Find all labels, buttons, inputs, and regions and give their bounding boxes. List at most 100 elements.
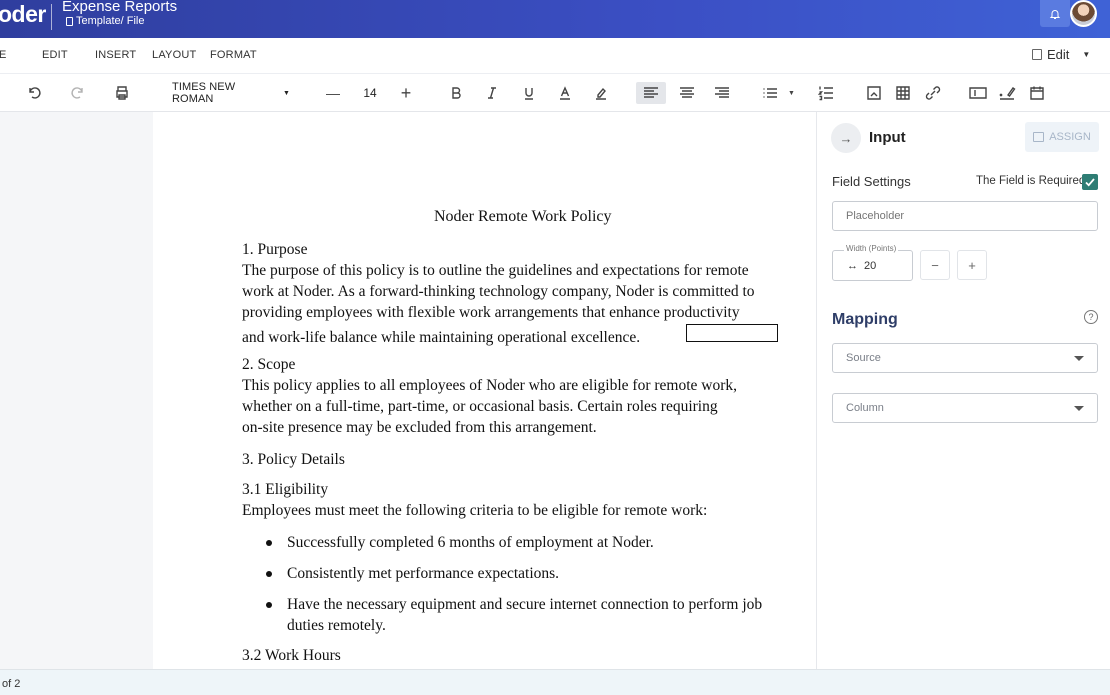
redo-button[interactable] (68, 82, 88, 104)
bullet-item: Have the necessary equipment and secure … (287, 596, 763, 613)
width-input[interactable]: Width (Points) ↔ 20 (832, 244, 913, 281)
check-icon (1085, 178, 1095, 187)
input-field-placeholder[interactable] (686, 324, 778, 342)
assign-label: ASSIGN (1049, 131, 1091, 143)
menu-file[interactable]: E (0, 49, 7, 61)
print-button[interactable] (112, 82, 132, 104)
redo-icon (71, 87, 83, 99)
font-family-value: TIMES NEW ROMAN (172, 81, 236, 105)
insert-input-field-button[interactable] (968, 82, 988, 104)
document-canvas[interactable]: Noder Remote Work Policy 1. Purpose The … (0, 112, 816, 669)
arrow-right-icon: → (839, 130, 853, 146)
numbered-list-button[interactable] (816, 82, 836, 104)
bullet-item-continuation: duties remotely. (287, 617, 386, 634)
highlight-button[interactable] (591, 82, 611, 104)
menu-format[interactable]: FORMAT (210, 49, 257, 61)
width-value: 20 (864, 260, 877, 272)
highlight-icon (596, 87, 606, 100)
paragraph-line: whether on a full-time, part-time, or oc… (242, 398, 718, 415)
align-center-button[interactable] (677, 82, 697, 104)
bullet-list-icon (763, 88, 777, 98)
bullet-dot (266, 571, 272, 577)
field-settings-label: Field Settings (832, 174, 911, 189)
resize-horizontal-icon: ↔ (847, 260, 858, 272)
menu-bar: E EDIT INSERT LAYOUT FORMAT Edit ▼ (0, 38, 1110, 74)
bold-button[interactable] (446, 82, 466, 104)
breadcrumb[interactable]: Template/ File (66, 15, 144, 27)
paragraph-line: This policy applies to all employees of … (242, 377, 737, 394)
panel-back-button[interactable]: → (831, 123, 861, 153)
align-left-icon (644, 87, 658, 98)
insert-link-button[interactable] (923, 82, 943, 104)
formatting-toolbar: TIMES NEW ROMAN ▼ — 14 + ▼ (0, 74, 1110, 112)
field-properties-panel: → Input ASSIGN Field Settings The Field … (816, 112, 1110, 669)
edit-mode-dropdown[interactable]: Edit ▼ (1032, 47, 1090, 62)
insert-signature-button[interactable] (997, 82, 1017, 104)
status-bar: of 2 (0, 669, 1110, 695)
notifications-button[interactable] (1040, 0, 1070, 27)
column-select[interactable]: Column (832, 393, 1098, 423)
image-icon (867, 86, 881, 100)
font-family-select[interactable]: TIMES NEW ROMAN ▼ (172, 81, 290, 105)
mapping-title: Mapping (832, 311, 898, 328)
input-field-icon (969, 87, 987, 99)
undo-button[interactable] (24, 82, 44, 104)
app-header: oder Expense Reports Template/ File (0, 0, 1110, 38)
bullet-dot (266, 540, 272, 546)
help-icon[interactable]: ? (1084, 310, 1098, 324)
width-increase-button[interactable]: + (957, 250, 987, 280)
paragraph-line: Employees must meet the following criter… (242, 502, 708, 519)
edit-mode-label: Edit (1047, 47, 1070, 62)
header-divider (51, 4, 52, 30)
width-value-group: ↔ 20 (847, 260, 876, 272)
decrease-font-button[interactable]: — (323, 82, 343, 104)
menu-layout[interactable]: LAYOUT (152, 49, 196, 61)
font-color-button[interactable] (555, 82, 575, 104)
insert-table-button[interactable] (893, 82, 913, 104)
user-avatar[interactable] (1070, 0, 1097, 27)
bullet-dot (266, 602, 272, 608)
paragraph-line: providing employees with flexible work a… (242, 304, 740, 321)
increase-font-button[interactable]: + (396, 82, 416, 104)
section-heading: 2. Scope (242, 356, 296, 373)
font-size-input[interactable]: 14 (359, 82, 381, 104)
column-select-value: Column (846, 402, 884, 414)
undo-icon (29, 87, 41, 99)
paragraph-line: work at Noder. As a forward-thinking tec… (242, 283, 755, 300)
panel-title: Input (869, 129, 906, 146)
bullet-item: Successfully completed 6 months of emplo… (287, 534, 654, 551)
align-right-icon (715, 87, 729, 98)
date-icon (1030, 86, 1044, 100)
placeholder-input[interactable] (832, 201, 1098, 231)
numbered-list-icon (818, 86, 833, 101)
bullet-item: Consistently met performance expectation… (287, 565, 560, 582)
italic-button[interactable] (482, 82, 502, 104)
source-select-value: Source (846, 352, 881, 364)
insert-image-button[interactable] (864, 82, 884, 104)
document-heading: Noder Remote Work Policy (434, 208, 612, 225)
width-decrease-button[interactable]: − (920, 250, 950, 280)
paragraph-line: on-site presence may be excluded from th… (242, 419, 597, 436)
app-logo[interactable]: oder (0, 1, 46, 28)
subsection-heading: 3.2 Work Hours (242, 647, 341, 664)
bold-icon (452, 87, 461, 99)
edit-mode-icon (1032, 49, 1042, 60)
insert-date-button[interactable] (1027, 82, 1047, 104)
assign-button[interactable]: ASSIGN (1025, 122, 1099, 152)
required-checkbox[interactable] (1082, 174, 1098, 190)
underline-button[interactable] (519, 82, 539, 104)
menu-insert[interactable]: INSERT (95, 49, 136, 61)
chevron-down-icon (1074, 405, 1084, 411)
required-label: The Field is Required (976, 175, 1086, 187)
menu-edit[interactable]: EDIT (42, 49, 68, 61)
align-right-button[interactable] (712, 82, 732, 104)
source-select[interactable]: Source (832, 343, 1098, 373)
align-left-button[interactable] (636, 82, 666, 104)
underline-icon (525, 88, 533, 100)
file-icon (66, 16, 73, 26)
chevron-down-icon: ▼ (282, 89, 290, 97)
assign-icon (1033, 132, 1045, 142)
breadcrumb-path: Template/ File (76, 15, 145, 27)
bullet-list-button[interactable]: ▼ (762, 82, 802, 104)
decrease-icon: — (326, 85, 340, 101)
